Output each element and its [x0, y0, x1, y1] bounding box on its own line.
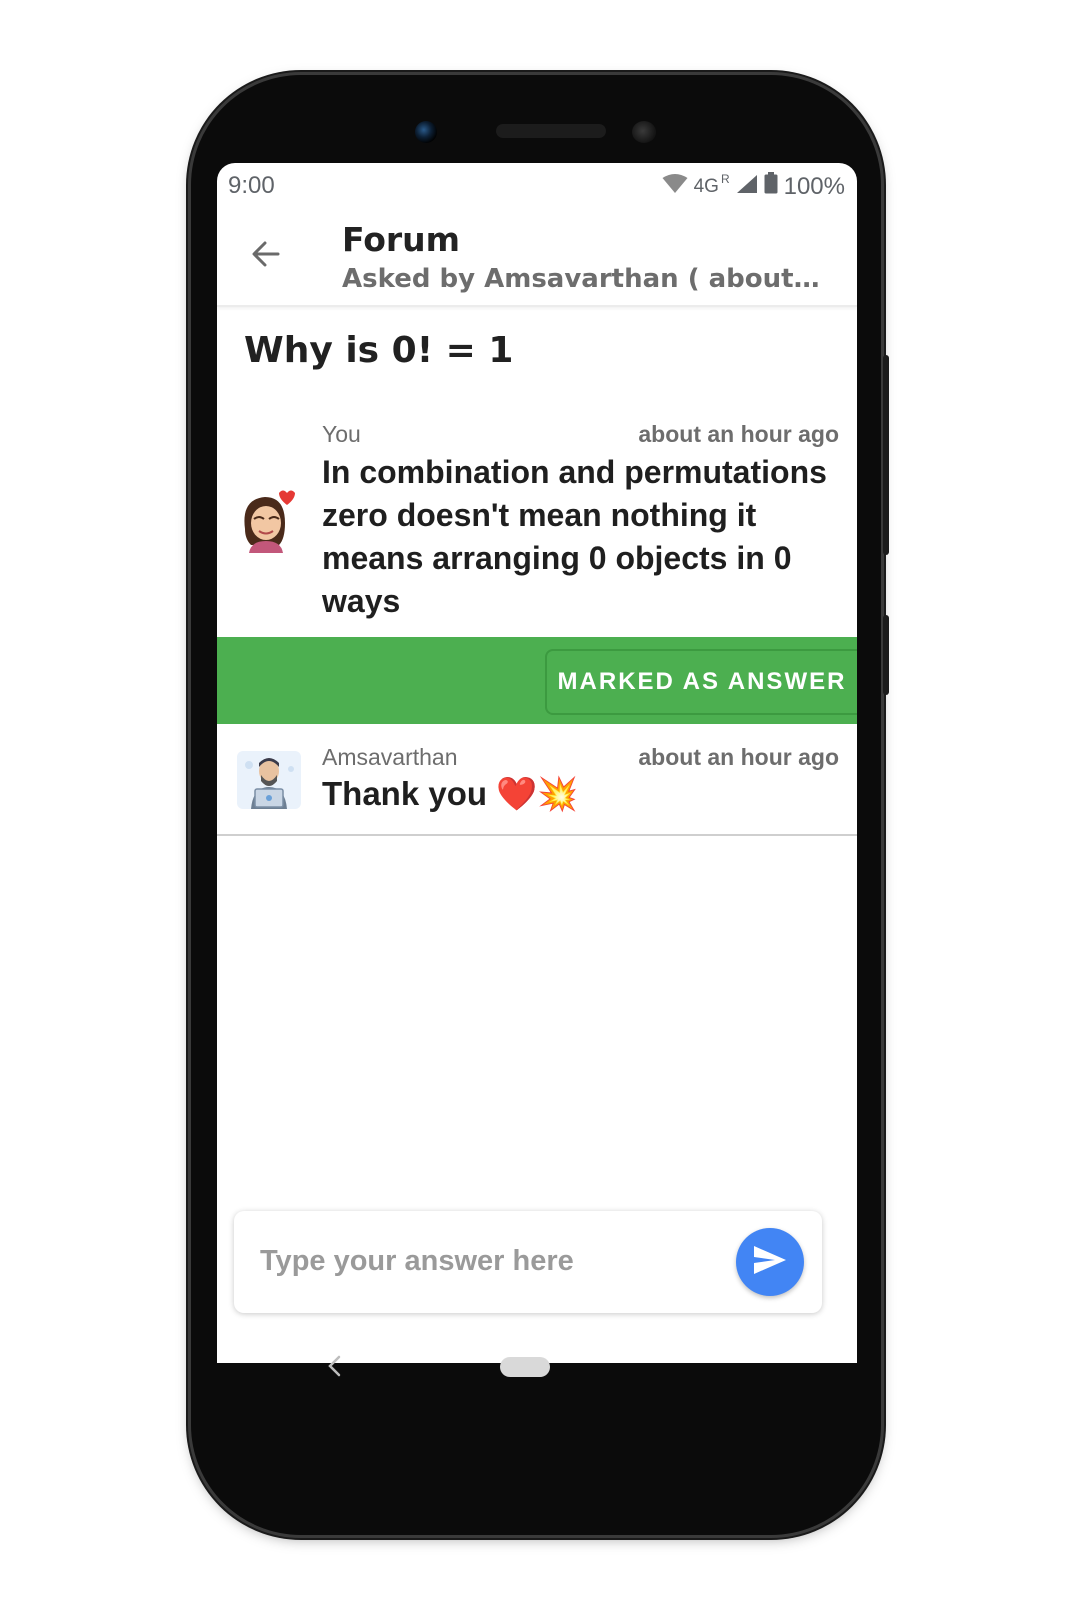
reply-author: Amsavarthan: [322, 744, 458, 770]
battery-percent: 100%: [783, 172, 845, 200]
front-camera: [415, 121, 437, 143]
answer-time: about an hour ago: [638, 421, 839, 447]
marked-as-answer-button[interactable]: MARKED AS ANSWER: [545, 649, 857, 715]
status-time: 9:00: [228, 172, 275, 199]
proximity-sensor: [632, 121, 656, 143]
app-title: Forum: [342, 220, 461, 259]
earpiece-speaker: [496, 124, 606, 138]
status-indicators: 4G R 100%: [662, 172, 845, 201]
chevron-left-icon: [327, 1355, 341, 1381]
reply-time: about an hour ago: [638, 744, 839, 770]
avatar-amsavarthan: [237, 751, 301, 809]
answer-input[interactable]: [258, 1235, 722, 1287]
marked-answer-banner: MARKED AS ANSWER: [217, 637, 857, 724]
phone-frame: 9:00 4G R 100% Forum Asked by Amsavartha…: [191, 75, 889, 1535]
app-subtitle: Asked by Amsavarthan ( about an h...: [342, 264, 822, 294]
page: 9:00 4G R 100% Forum Asked by Amsavartha…: [0, 0, 1075, 1600]
battery-icon: [764, 172, 778, 201]
divider: [217, 834, 857, 836]
screen: 9:00 4G R 100% Forum Asked by Amsavartha…: [217, 163, 857, 1363]
signal-icon: [736, 173, 758, 201]
reply-text: Thank you ❤️💥: [322, 775, 579, 812]
system-home-button[interactable]: [500, 1357, 550, 1377]
avatar-you: [239, 489, 297, 553]
network-type: 4G: [693, 175, 719, 197]
system-back-button[interactable]: [319, 1353, 349, 1383]
roaming-indicator: R: [720, 171, 730, 186]
answer-text: In combination and permutations zero doe…: [322, 454, 827, 619]
answer-composer: [234, 1211, 822, 1313]
volume-button: [883, 355, 889, 555]
back-button[interactable]: [243, 233, 289, 279]
answer-author: You: [322, 421, 361, 447]
question-title: Why is 0! = 1: [244, 330, 514, 371]
wifi-icon: [662, 173, 688, 201]
send-button[interactable]: [736, 1228, 804, 1296]
arrow-left-icon: [250, 238, 282, 274]
power-button: [883, 615, 889, 695]
status-bar: 9:00 4G R 100%: [217, 163, 857, 207]
app-bar: Forum Asked by Amsavarthan ( about an h.…: [217, 207, 857, 307]
send-icon: [753, 1245, 787, 1279]
